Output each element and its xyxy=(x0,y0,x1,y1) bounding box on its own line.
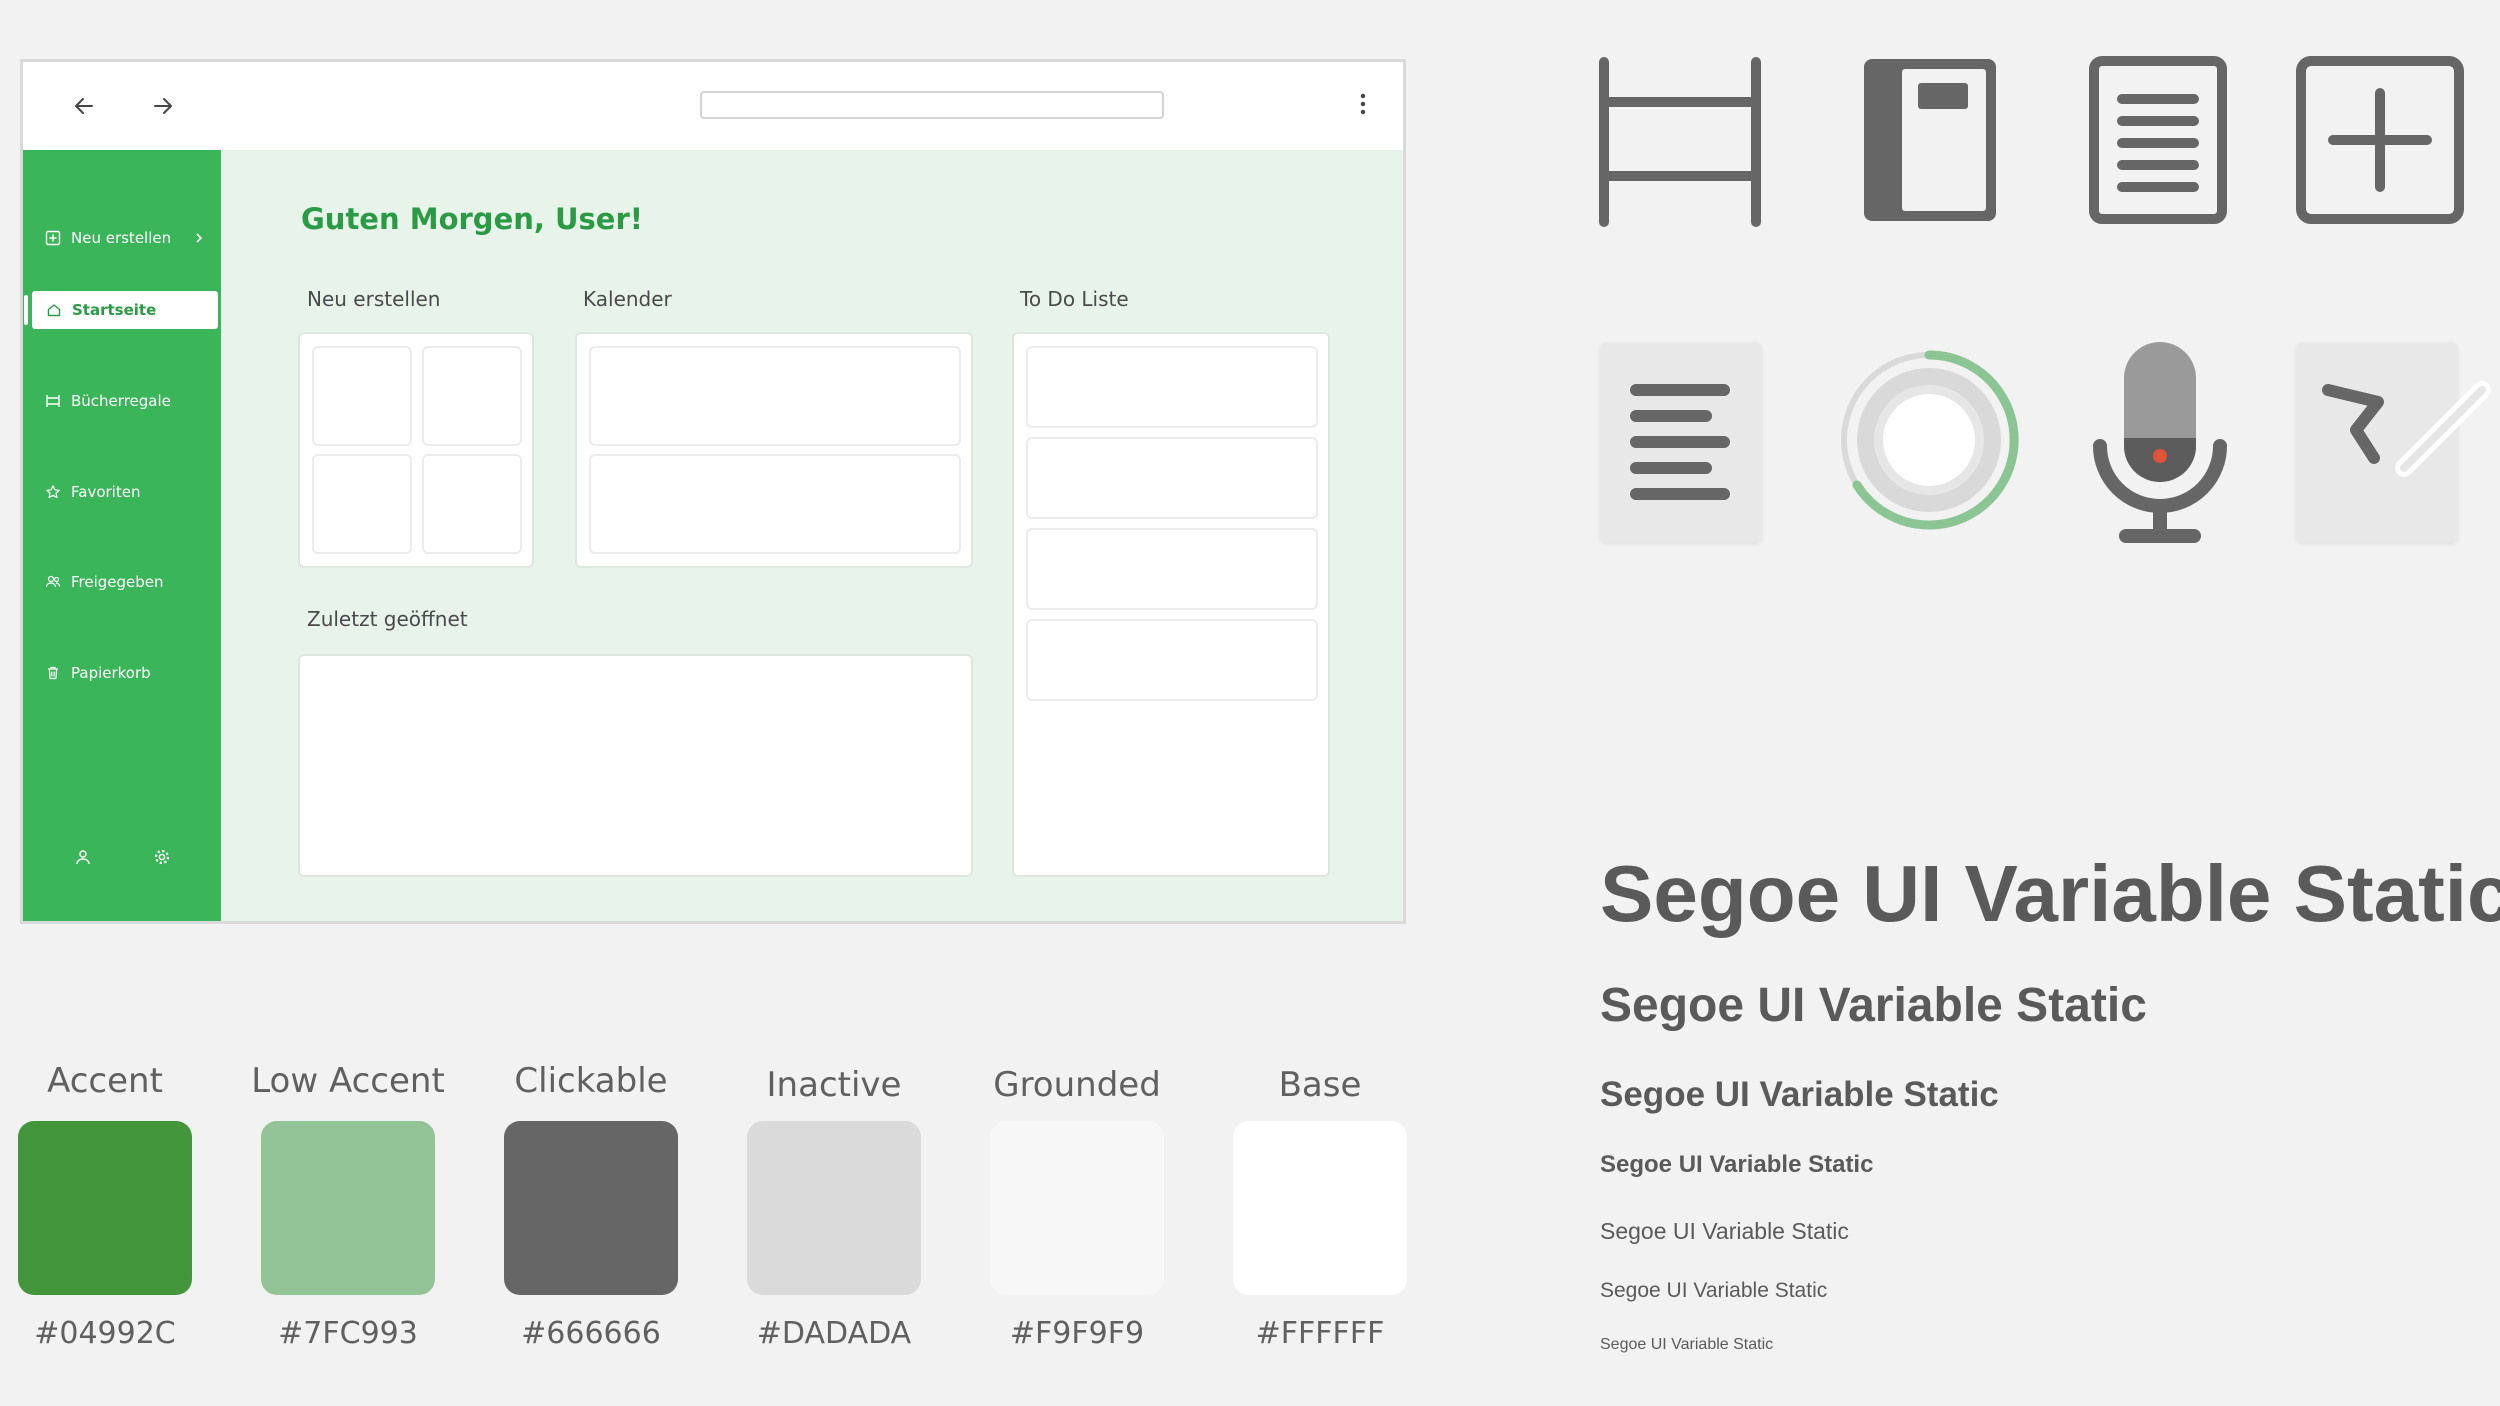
swatch-inactive xyxy=(747,1121,921,1295)
people-icon xyxy=(45,575,61,588)
document-lines-icon xyxy=(2068,50,2248,230)
create-tile[interactable] xyxy=(422,346,522,446)
todo-item[interactable] xyxy=(1026,528,1318,610)
sidebar-item-neu-erstellen[interactable]: Neu erstellen xyxy=(31,219,217,257)
more-menu-button[interactable] xyxy=(1343,80,1383,128)
sidebar: Neu erstellen Startseite Bücherregale Fa… xyxy=(23,150,221,921)
swatch-grounded xyxy=(990,1121,1164,1295)
swatch-hex-base: #FFFFFF xyxy=(1255,1316,1385,1351)
section-label-zuletzt: Zuletzt geöffnet xyxy=(307,607,468,631)
greeting-heading: Guten Morgen, User! xyxy=(301,202,643,236)
arrow-left-icon xyxy=(75,98,93,114)
settings-button[interactable] xyxy=(153,848,173,868)
swatch-label-inactive: Inactive xyxy=(766,1065,902,1105)
sidebar-item-label: Neu erstellen xyxy=(71,229,172,247)
text-document-icon xyxy=(1600,342,1762,542)
todo-panel xyxy=(1012,332,1330,877)
create-tile[interactable] xyxy=(422,454,522,554)
recent-panel xyxy=(298,654,973,877)
type-sample-body: Segoe UI Variable Static xyxy=(1600,1218,1849,1244)
add-square-icon xyxy=(2290,50,2470,230)
loading-ring-icon xyxy=(1834,345,2024,535)
swatch-hex-low-accent: #7FC993 xyxy=(278,1316,418,1351)
profile-button[interactable] xyxy=(74,848,94,868)
sidebar-item-label: Favoriten xyxy=(71,483,141,501)
more-vertical-icon xyxy=(1360,93,1366,115)
type-sample-title: Segoe UI Variable Static xyxy=(1600,1075,1999,1114)
forward-button[interactable] xyxy=(139,82,187,130)
trash-icon xyxy=(48,666,58,680)
swatch-label-base: Base xyxy=(1278,1065,1362,1105)
calendar-entry[interactable] xyxy=(589,346,961,446)
swatch-hex-inactive: #DADADA xyxy=(756,1316,912,1351)
bookshelf-icon xyxy=(1590,50,1770,230)
star-icon xyxy=(46,485,60,499)
notebook-icon xyxy=(1840,50,2020,230)
sidebar-item-favoriten[interactable]: Favoriten xyxy=(31,473,217,511)
sidebar-item-label: Startseite xyxy=(72,301,157,319)
bookshelf-icon xyxy=(46,395,60,407)
arrow-right-icon xyxy=(154,98,172,114)
settings-icon xyxy=(154,849,170,865)
type-sample-caption: Segoe UI Variable Static xyxy=(1600,1336,1774,1353)
swatch-hex-clickable: #666666 xyxy=(521,1316,661,1351)
create-panel xyxy=(298,332,534,568)
todo-item[interactable] xyxy=(1026,346,1318,428)
type-sample-title-large: Segoe UI Variable Static xyxy=(1600,979,2147,1032)
person-icon xyxy=(76,850,90,865)
sidebar-item-freigegeben[interactable]: Freigegeben xyxy=(31,563,217,601)
swatch-hex-grounded: #F9F9F9 xyxy=(1009,1316,1145,1351)
app-window-mockup: Neu erstellen Startseite Bücherregale Fa… xyxy=(20,59,1406,924)
back-button[interactable] xyxy=(60,82,108,130)
sidebar-item-label: Bücherregale xyxy=(71,392,171,410)
calendar-entry[interactable] xyxy=(589,454,961,554)
swatch-label-accent: Accent xyxy=(47,1061,163,1101)
create-tile[interactable] xyxy=(312,454,412,554)
chevron-right-icon xyxy=(196,233,203,243)
microphone-icon xyxy=(2090,340,2230,545)
type-sample-body-small: Segoe UI Variable Static xyxy=(1600,1279,1828,1302)
swatch-base xyxy=(1233,1121,1407,1295)
address-bar[interactable] xyxy=(700,91,1164,119)
sidebar-item-label: Papierkorb xyxy=(71,664,151,682)
pen-drawing-icon xyxy=(2296,342,2491,542)
swatch-label-grounded: Grounded xyxy=(993,1065,1161,1105)
sidebar-item-startseite[interactable]: Startseite xyxy=(24,291,218,329)
sidebar-item-buecherregale[interactable]: Bücherregale xyxy=(31,382,217,420)
home-icon xyxy=(47,304,61,317)
swatch-clickable xyxy=(504,1121,678,1295)
swatch-accent xyxy=(18,1121,192,1295)
swatch-hex-accent: #04992C xyxy=(34,1316,176,1351)
sidebar-item-label: Freigegeben xyxy=(71,573,164,591)
swatch-label-low-accent: Low Accent xyxy=(251,1061,445,1101)
type-sample-subtitle: Segoe UI Variable Static xyxy=(1600,1151,1874,1178)
swatch-label-clickable: Clickable xyxy=(514,1061,668,1101)
todo-item[interactable] xyxy=(1026,619,1318,701)
swatch-low-accent xyxy=(261,1121,435,1295)
calendar-panel xyxy=(575,332,973,568)
create-tile[interactable] xyxy=(312,346,412,446)
section-label-kalender: Kalender xyxy=(583,287,672,311)
todo-item[interactable] xyxy=(1026,437,1318,519)
section-label-todo: To Do Liste xyxy=(1020,287,1129,311)
sidebar-item-papierkorb[interactable]: Papierkorb xyxy=(31,654,217,692)
browser-toolbar xyxy=(23,62,1403,150)
type-sample-display: Segoe UI Variable Static xyxy=(1600,849,2500,938)
add-square-icon xyxy=(45,230,61,246)
section-label-neu-erstellen: Neu erstellen xyxy=(307,287,441,311)
